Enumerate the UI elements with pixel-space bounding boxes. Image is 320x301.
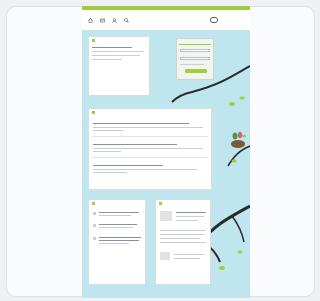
password-field[interactable] (180, 57, 210, 60)
thumbnail-image[interactable] (160, 252, 170, 260)
divider (92, 136, 208, 137)
blog-entry-title[interactable] (93, 123, 189, 124)
list-item[interactable] (99, 224, 137, 225)
blog-panel-title (92, 111, 96, 114)
text-line (93, 172, 127, 173)
text-line (92, 47, 132, 48)
bottom-left-panel-title (92, 202, 96, 205)
username-field[interactable] (180, 49, 210, 52)
blog-entry-title[interactable] (93, 144, 177, 145)
intro-panel-title (92, 39, 96, 42)
home-icon[interactable] (88, 18, 93, 23)
text-line (99, 227, 133, 228)
site-header (82, 10, 250, 30)
text-line (174, 254, 204, 255)
thumbnail-image[interactable] (160, 211, 172, 221)
text-line (99, 215, 131, 216)
list-item[interactable] (99, 237, 141, 238)
user-icon[interactable] (112, 18, 117, 23)
text-line (176, 212, 206, 213)
website-page (82, 6, 250, 298)
text-line (92, 51, 144, 52)
list-bullet (93, 224, 96, 227)
text-line (160, 238, 200, 239)
text-line (176, 216, 204, 217)
mail-icon[interactable] (100, 18, 105, 23)
header-nav (88, 18, 129, 23)
list-bullet (93, 212, 96, 215)
blog-panel (88, 108, 212, 190)
panel-marker-icon (92, 202, 95, 205)
divider (92, 157, 208, 158)
text-line (93, 169, 197, 170)
bottom-left-panel (88, 199, 146, 285)
text-line (93, 151, 121, 152)
text-line (160, 242, 206, 243)
text-line (93, 148, 203, 149)
site-logo[interactable] (210, 17, 244, 23)
panel-marker-icon (92, 39, 95, 42)
login-title-underline (179, 44, 211, 45)
text-line (160, 234, 204, 235)
bird-nest-illustration (231, 131, 245, 148)
login-box (176, 38, 214, 80)
bottom-right-panel (155, 199, 211, 285)
panel-marker-icon (159, 202, 162, 205)
text-line (176, 220, 198, 221)
text-line (180, 64, 204, 65)
list-item[interactable] (99, 212, 139, 213)
text-line (160, 230, 206, 231)
text-line (93, 130, 123, 131)
panel-marker-icon (92, 111, 95, 114)
text-line (99, 240, 139, 241)
intro-panel (88, 36, 150, 96)
text-line (99, 243, 129, 244)
logo-mark-icon (210, 17, 218, 23)
login-button[interactable] (185, 69, 207, 73)
text-line (93, 127, 203, 128)
bottom-right-panel-title (159, 202, 163, 205)
blog-entry-title[interactable] (93, 165, 163, 166)
list-bullet (93, 237, 96, 240)
text-line (92, 55, 140, 56)
search-icon[interactable] (124, 18, 129, 23)
text-line (174, 258, 200, 259)
text-line (92, 59, 122, 60)
